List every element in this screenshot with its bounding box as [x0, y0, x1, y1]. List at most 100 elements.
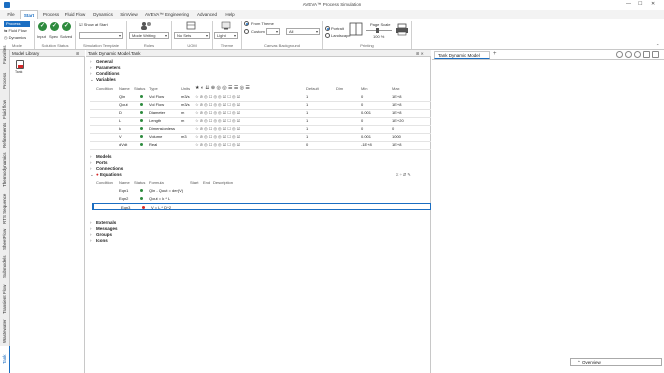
variable-flag-icons[interactable]: ☆ ⊘ ◎ ☐ ◎ ◎ ☑ ☐ ◎ ☑	[195, 117, 240, 124]
zoom-in-icon[interactable]	[616, 51, 623, 58]
tab-advanced[interactable]: Advanced	[194, 10, 220, 19]
variable-flag-icons[interactable]: ☆ ⊘ ◎ ☐ ◎ ◎ ☑ ☐ ◎ ☑	[195, 93, 240, 100]
maximize-button[interactable]: ☐	[638, 1, 642, 7]
vtab-transient-flow[interactable]: Transient Flow	[0, 282, 10, 316]
section-groups-label: Groups	[96, 232, 113, 237]
vtab-process[interactable]: Process	[0, 66, 10, 96]
page-layout-icon[interactable]	[349, 22, 363, 36]
tank-icon	[16, 60, 24, 69]
zoom-fit-icon[interactable]	[634, 51, 641, 58]
equation-formula[interactable]: V = L * D^2	[151, 204, 171, 211]
vtab-submodels[interactable]: Submodels	[0, 252, 10, 282]
pin-icon[interactable]: ⊞	[76, 51, 79, 56]
solved-status-icon[interactable]: ✓	[62, 22, 71, 31]
equation-formula[interactable]: Qout = k * L	[149, 195, 170, 202]
tab-fluid-flow[interactable]: Fluid Flow	[63, 10, 87, 19]
section-general-label: General	[96, 59, 113, 64]
variable-flag-icons[interactable]: ☆ ⊘ ◎ ☐ ◎ ◎ ☑ ☐ ◎ ☑	[195, 141, 240, 148]
page-scale-slider-thumb[interactable]	[376, 28, 379, 33]
close-button[interactable]: ✕	[651, 1, 655, 7]
page-scale-slider[interactable]	[366, 30, 392, 31]
variable-flag-icons[interactable]: ☆ ⊘ ◎ ☐ ◎ ◎ ☑ ☐ ◎ ☑	[195, 125, 240, 132]
variable-default: 1	[306, 102, 309, 107]
variable-row[interactable]: V Volume m3 1 0.001 1000 ☆ ⊘ ◎ ☐ ◎ ◎ ☑ ☐ ◎ ☑	[92, 133, 431, 140]
equation-row[interactable]: Eqn2 Qout = k * L	[92, 195, 431, 202]
tab-dynamics[interactable]: Dynamics	[90, 10, 116, 19]
row-divider	[90, 148, 431, 149]
equation-toolbar-icons[interactable]: Σ ÷ ⇵ ✎	[396, 172, 411, 177]
status-dot-icon	[140, 111, 143, 114]
tab-tank-dynamic-model[interactable]: Tank Dynamic Model	[434, 51, 490, 59]
vtab-thermodynamics[interactable]: Thermodynamics	[0, 148, 10, 192]
vtab-tank-dynamic-model[interactable]: Tank Dynamic Model	[0, 346, 27, 373]
uom-icon	[186, 21, 196, 30]
variable-flag-icons[interactable]: ☆ ⊘ ◎ ☐ ◎ ◎ ☑ ☐ ◎ ☑	[195, 101, 240, 108]
tab-start[interactable]: Start	[20, 10, 38, 19]
theme-dropdown[interactable]: Light ▾	[214, 32, 238, 39]
print-icon[interactable]	[395, 23, 409, 36]
status-dot-icon	[140, 95, 143, 98]
full-screen-icon[interactable]	[652, 51, 659, 58]
section-equations[interactable]: ⌄ ● Equations	[90, 172, 122, 178]
section-equations-label: Equations	[99, 172, 122, 177]
canvas-background-value: All	[289, 29, 294, 34]
variable-row[interactable]: L Length m 1 0 1E+20 ☆ ⊘ ◎ ☐ ◎ ◎ ☑ ☐ ◎ ☑	[92, 117, 431, 124]
canvas-area[interactable]	[432, 60, 664, 356]
simulation-template-dropdown[interactable]: ▾	[79, 32, 123, 39]
show-at-start-checkbox[interactable]: ☑ Show at Start	[79, 22, 108, 27]
add-tab-button[interactable]: +	[493, 51, 497, 57]
uom-dropdown[interactable]: No Sets ▾	[174, 32, 210, 39]
variable-row[interactable]: k Dimensionless 1 0 0 ☆ ⊘ ◎ ☐ ◎ ◎ ☑ ☐ ◎ ☑	[92, 125, 431, 132]
equation-row[interactable]: Eqn1 Qin - Qout = der(V)	[92, 187, 431, 194]
minimize-button[interactable]: —	[626, 1, 631, 7]
variable-default: 0	[306, 142, 309, 147]
input-status-icon[interactable]: ✓	[38, 22, 47, 31]
mode-process-button[interactable]: Process	[4, 21, 30, 27]
pin-icon[interactable]: ⊞ ✕	[416, 51, 424, 56]
tab-process[interactable]: Process	[40, 10, 62, 19]
from-theme-label: From Theme	[251, 21, 274, 26]
section-icons[interactable]: › Icons	[90, 238, 108, 244]
tab-help[interactable]: Help	[222, 10, 238, 19]
roles-dropdown[interactable]: Mode Writing ▾	[129, 32, 169, 39]
section-variables[interactable]: ⌄ Variables	[90, 77, 116, 83]
vtab-fluid-flow[interactable]: Fluid flow	[0, 96, 10, 122]
collapse-ribbon-icon[interactable]: ⌃	[656, 43, 659, 48]
editor-title: Tank Dynamic Model.Tank	[86, 50, 431, 57]
mode-dynamics-button[interactable]: ◷ Dynamics	[4, 35, 26, 40]
tab-simview[interactable]: SimView	[118, 10, 140, 19]
landscape-radio[interactable]	[325, 33, 330, 38]
custom-color-dropdown[interactable]: ▾	[266, 28, 280, 35]
variable-flag-icons[interactable]: ☆ ⊘ ◎ ☐ ◎ ◎ ☑ ☐ ◎ ☑	[195, 133, 240, 140]
variable-row[interactable]: D Diameter m 1 0.001 1E+8 ☆ ⊘ ◎ ☐ ◎ ◎ ☑ ☐ ◎ ☑	[92, 109, 431, 116]
equation-row[interactable]: Eqn3 V = L * D^2	[92, 203, 431, 210]
overview-button[interactable]: ⌃ Overview	[570, 358, 662, 366]
variable-min: 0	[361, 126, 364, 131]
tank-library-item[interactable]: Tank	[14, 60, 26, 76]
portrait-radio[interactable]	[325, 26, 330, 31]
col-dim: Dim	[336, 86, 344, 91]
variable-row[interactable]: Qout Vol Flow m3/s 1 0 1E+8 ☆ ⊘ ◎ ☐ ◎ ◎ ☑ ☐ ◎ …	[92, 101, 431, 108]
roles-value: Mode Writing	[132, 33, 156, 38]
vtab-sheetflow[interactable]: SheetFlow	[0, 226, 10, 252]
vtab-wastewater[interactable]: Wastewater	[0, 316, 10, 346]
from-theme-radio[interactable]	[244, 21, 249, 26]
variable-row[interactable]: dVdt Real 0 -1E+8 1E+8 ☆ ⊘ ◎ ☐ ◎ ◎ ☑ ☐ ◎ ☑	[92, 141, 431, 148]
spec-status-icon[interactable]: ✓	[50, 22, 59, 31]
tab-file[interactable]: File	[4, 10, 18, 19]
variable-row[interactable]: Qin Vol Flow m3/s 1 0 1E+8 ☆ ⊘ ◎ ☐ ◎ ◎ ☑ ☐ ◎ ☑	[92, 93, 431, 100]
portrait-label: Portrait	[331, 26, 344, 31]
equation-formula[interactable]: Qin - Qout = der(V)	[149, 187, 183, 194]
custom-radio[interactable]	[244, 29, 249, 34]
fit-page-icon[interactable]	[643, 51, 650, 58]
vtab-refinements[interactable]: Refinements	[0, 122, 10, 148]
canvas-background-dropdown[interactable]: All ▾	[286, 28, 320, 35]
col-start: Start	[190, 180, 199, 185]
variable-flag-icons[interactable]: ☆ ⊘ ◎ ☐ ◎ ◎ ☑ ☐ ◎ ☑	[195, 109, 240, 116]
mode-fluid-flow-button[interactable]: ⇆ Fluid Flow	[4, 28, 27, 33]
vtab-rts-sequence[interactable]: RTS Sequence	[0, 192, 10, 226]
zoom-out-icon[interactable]	[625, 51, 632, 58]
variable-max: 1E+8	[392, 110, 402, 115]
tab-aveva-engineering[interactable]: AVEVA™ Engineering	[143, 10, 191, 19]
vtab-favorites[interactable]: Favorites	[0, 45, 10, 64]
